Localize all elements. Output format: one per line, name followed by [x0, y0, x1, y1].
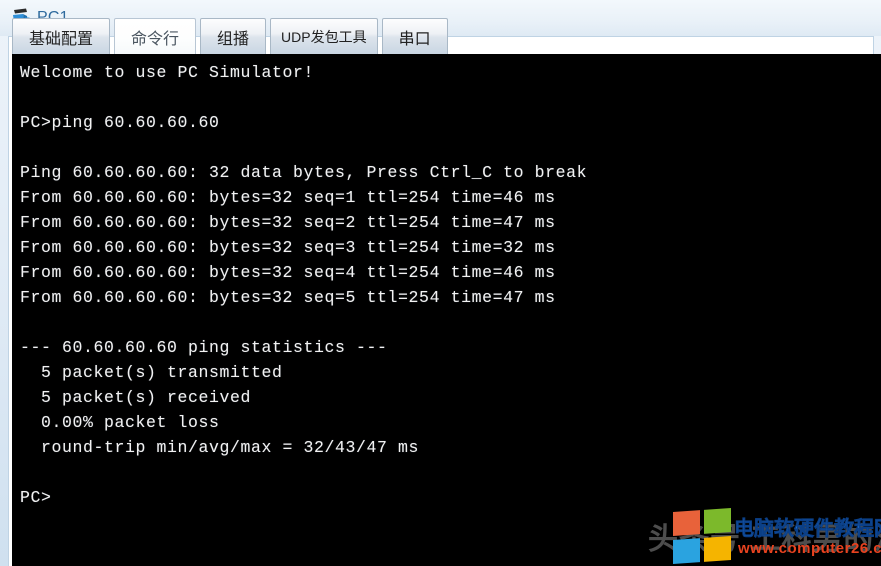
terminal-line: round-trip min/avg/max = 32/43/47 ms [20, 438, 420, 457]
terminal-line: --- 60.60.60.60 ping statistics --- [20, 338, 388, 357]
tab-multicast[interactable]: 组播 [200, 18, 267, 54]
tab-command-line[interactable]: 命令行 [114, 18, 197, 54]
terminal-line: From 60.60.60.60: bytes=32 seq=4 ttl=254… [20, 263, 556, 282]
tab-label: 命令行 [131, 30, 180, 48]
pc-simulator-window: PC1 基础配置 命令行 组播 UDP发包工具 串口 Welcome to us… [0, 0, 881, 566]
terminal-line: From 60.60.60.60: bytes=32 seq=1 ttl=254… [20, 188, 556, 207]
tab-serial-port[interactable]: 串口 [381, 18, 448, 54]
tabbar: 基础配置 命令行 组播 UDP发包工具 串口 [12, 16, 452, 54]
terminal-line: Welcome to use PC Simulator! [20, 63, 315, 82]
watermark: 头条号 工科男的深豚 电脑软硬件教程网 www.computer26.com [648, 506, 881, 566]
terminal-line: 0.00% packet loss [20, 413, 220, 432]
tab-label: 串口 [398, 30, 431, 48]
terminal-line: From 60.60.60.60: bytes=32 seq=5 ttl=254… [20, 288, 556, 307]
windows-logo-icon [673, 507, 731, 565]
terminal-line: PC>ping 60.60.60.60 [20, 113, 220, 132]
terminal-line: 5 packet(s) received [20, 388, 252, 407]
watermark-site-url: www.computer26.com [738, 540, 881, 557]
terminal-line: 5 packet(s) transmitted [20, 363, 283, 382]
tab-label: 组播 [217, 30, 250, 48]
tab-label: 基础配置 [29, 30, 94, 48]
terminal-line: Ping 60.60.60.60: 32 data bytes, Press C… [20, 163, 588, 182]
terminal-line: From 60.60.60.60: bytes=32 seq=2 ttl=254… [20, 213, 556, 232]
terminal-console[interactable]: Welcome to use PC Simulator! PC>ping 60.… [12, 54, 881, 566]
terminal-line: From 60.60.60.60: bytes=32 seq=3 ttl=254… [20, 238, 556, 257]
watermark-site-name: 电脑软硬件教程网 [734, 518, 881, 541]
tab-label: UDP发包工具 [281, 28, 367, 45]
tab-udp-tool[interactable]: UDP发包工具 [270, 18, 378, 54]
tab-basic-config[interactable]: 基础配置 [12, 18, 111, 54]
